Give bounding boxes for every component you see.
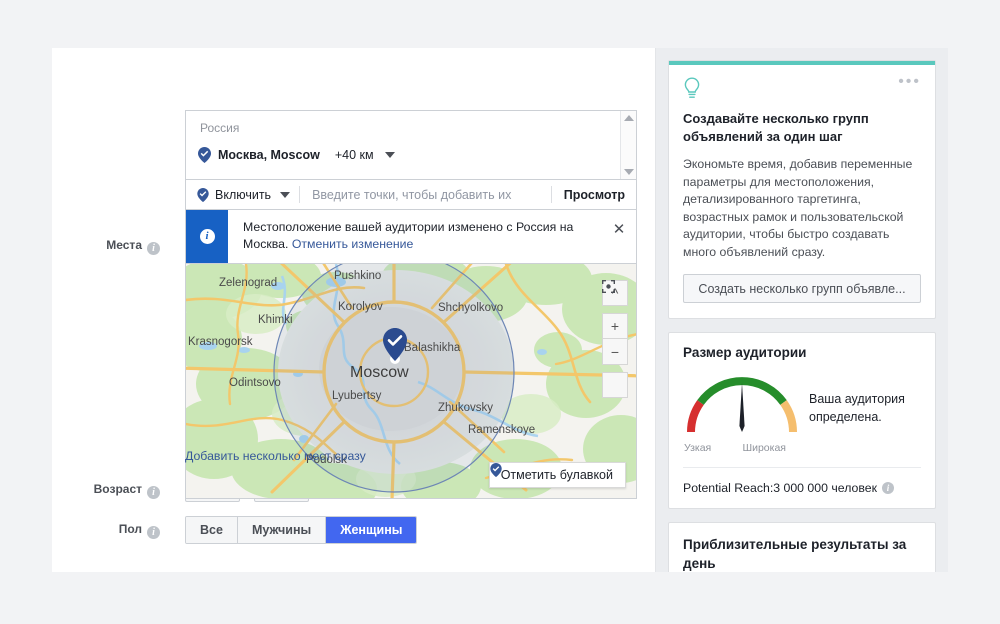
map-zoom-in-button[interactable]: + (602, 313, 628, 339)
scroll-up-icon[interactable] (623, 115, 634, 121)
map-controls: ^ + − (602, 280, 628, 398)
audience-size-title: Размер аудитории (683, 345, 807, 360)
fullscreen-icon (602, 280, 615, 293)
location-radius: +40 км (334, 148, 374, 162)
map-label-moscow: Moscow (350, 364, 409, 381)
info-icon: i (199, 229, 215, 244)
audience-size-card: Размер аудитории Узкая Широкая Ваша ауди… (668, 332, 936, 509)
right-sidebar: ••• Создавайте несколько групп объявлени… (656, 48, 948, 572)
location-search-row: Включить Просмотр (186, 180, 636, 210)
drop-pin-button[interactable]: Отметить булавкой (488, 462, 626, 488)
map-pin-icon (197, 187, 209, 202)
location-chip-moscow[interactable]: Москва, Moscow +40 км (198, 147, 624, 163)
tip-card-title: Создавайте несколько групп объявлений за… (683, 111, 869, 144)
map-center-marker-icon[interactable] (382, 327, 408, 365)
banner-message: Местоположение вашей аудитории изменено … (228, 210, 602, 263)
location-name: Москва, Moscow (218, 148, 320, 162)
location-search-input[interactable] (300, 187, 551, 202)
gender-option-all[interactable]: Все (186, 517, 238, 543)
gender-info-icon[interactable]: i (147, 526, 160, 539)
map-label: Balashikha (404, 342, 461, 354)
map-label: Zhukovsky (438, 402, 493, 414)
ad-set-form-panel: Местаi Возрастi Полi 25 - 40 Все (52, 48, 656, 572)
places-row-label: Места i (0, 238, 160, 255)
map-fullscreen-button[interactable] (602, 280, 628, 398)
screen: Местаi Возрастi Полi 25 - 40 Все (0, 0, 1000, 624)
daily-estimates-card: Приблизительные результаты за день Охват (668, 522, 936, 572)
map-pin-icon (490, 463, 502, 477)
chevron-down-icon[interactable] (384, 152, 395, 158)
potential-reach-text: Potential Reach:3 000 000 человек (683, 481, 877, 495)
locations-scrollbar[interactable] (620, 111, 636, 179)
add-multiple-places-link[interactable]: Добавить несколько мест сразу (185, 449, 366, 463)
map-label: Odintsovo (229, 377, 281, 389)
map-label: Khimki (258, 314, 293, 326)
locations-widget: Россия Москва, Moscow +40 км Включить Вв… (185, 110, 637, 499)
map-label: Lyubertsy (332, 390, 382, 402)
tip-card-body: Экономьте время, добавив переменные пара… (683, 157, 913, 259)
map-zoom-out-button[interactable]: − (602, 339, 628, 365)
card-menu-button[interactable]: ••• (898, 74, 921, 90)
reach-info-icon[interactable]: i (881, 482, 894, 494)
gauge-label-broad: Широкая (742, 442, 786, 454)
include-exclude-dropdown[interactable]: Включить (186, 180, 299, 209)
age-info-icon[interactable]: i (147, 486, 160, 499)
gender-selector: Все Мужчины Женщины (185, 516, 418, 544)
gauge-label-narrow: Узкая (684, 442, 712, 454)
map-label: Shchyolkovo (438, 302, 504, 314)
map-label: Ramenskoye (468, 424, 536, 436)
lightbulb-icon (684, 77, 700, 98)
map-label: Pushkino (334, 270, 382, 282)
gender-row-label: Пол i (0, 522, 160, 539)
scroll-down-icon[interactable] (623, 169, 634, 175)
tip-card: ••• Создавайте несколько групп объявлени… (668, 60, 936, 319)
map-label: Korolyov (338, 301, 383, 313)
age-row-label: Возраст i (0, 482, 160, 499)
audience-size-gauge (687, 377, 797, 433)
daily-estimates-title: Приблизительные результаты за день (683, 537, 907, 571)
create-multiple-adsets-button[interactable]: Создать несколько групп объявле... (683, 274, 921, 303)
map-label: Krasnogorsk (188, 336, 253, 348)
include-label: Включить (215, 187, 272, 202)
map-label: Zelenograd (219, 277, 278, 289)
location-country-label: Россия (200, 121, 240, 135)
banner-icon-area: i (186, 210, 228, 263)
selected-locations-list: Россия Москва, Moscow +40 км (186, 111, 636, 180)
location-change-banner: i Местоположение вашей аудитории изменен… (186, 210, 636, 264)
gender-option-women[interactable]: Женщины (326, 517, 417, 543)
undo-change-link[interactable]: Отменить изменение (292, 237, 414, 251)
drop-pin-label: Отметить булавкой (500, 468, 613, 482)
map-pin-icon (198, 147, 211, 163)
chevron-down-icon (280, 191, 291, 198)
gender-option-men[interactable]: Мужчины (237, 517, 327, 543)
places-info-icon[interactable]: i (147, 242, 160, 255)
preview-button[interactable]: Просмотр (552, 188, 636, 202)
potential-reach-row: Potential Reach:3 000 000 человек i (683, 468, 921, 495)
close-banner-button[interactable]: ✕ (602, 210, 636, 263)
audience-status-note: Ваша аудитория определена. (809, 392, 905, 424)
